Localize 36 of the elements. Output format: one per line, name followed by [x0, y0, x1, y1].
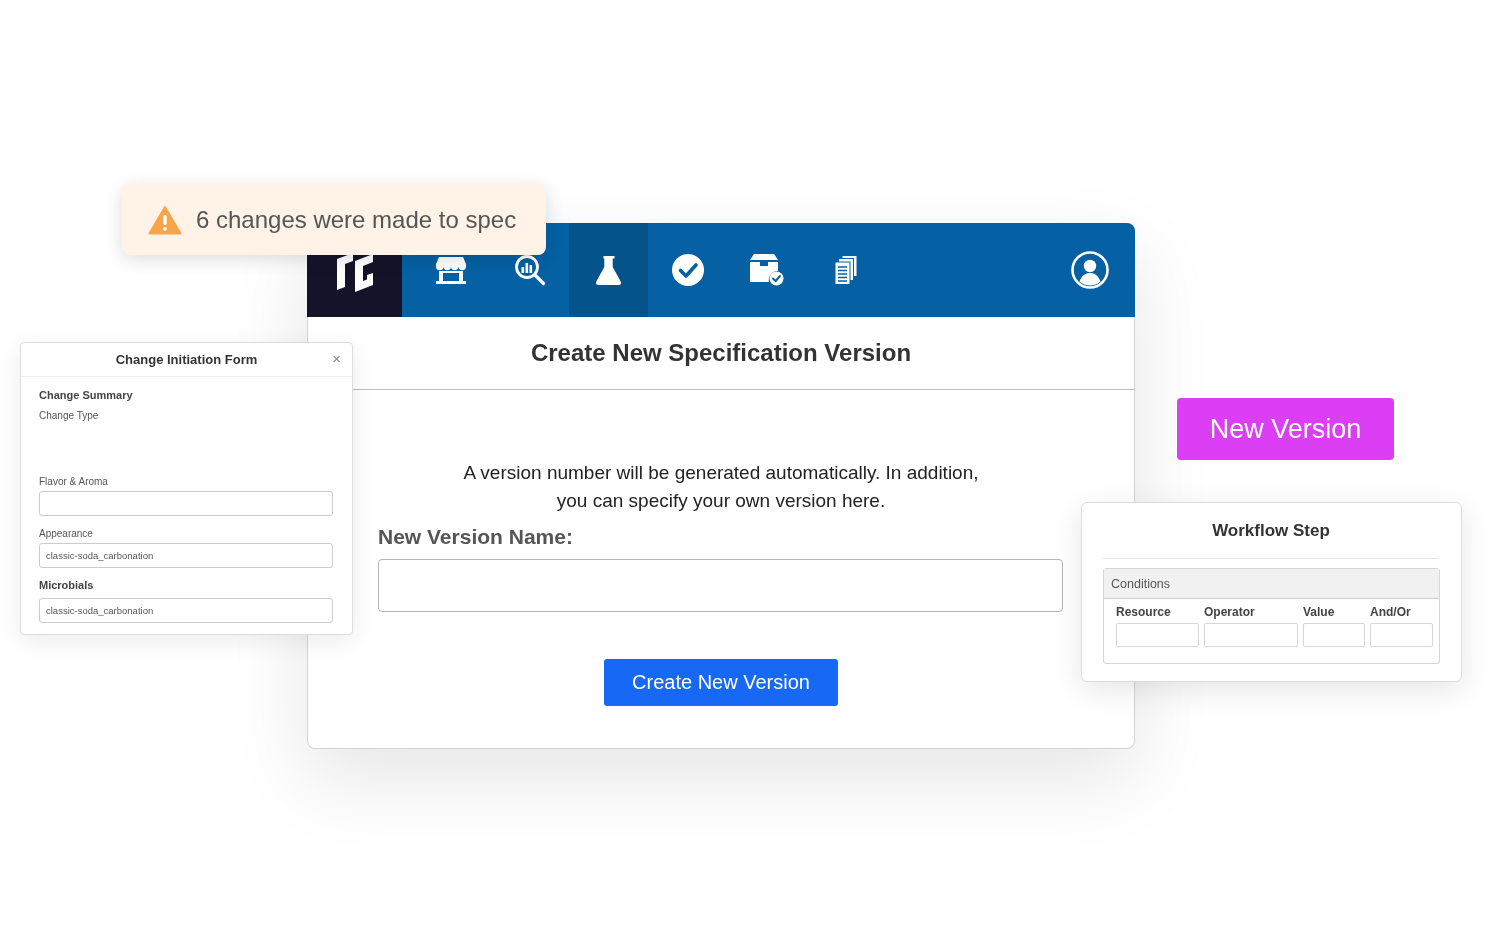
text-field[interactable]: classic-soda_carbonation: [39, 543, 333, 568]
version-name-field[interactable]: [378, 559, 1063, 612]
intro-text: A version number will be generated automatically. In addition, you can specify your own version here.: [463, 461, 979, 513]
user-profile-icon[interactable]: [1071, 251, 1109, 289]
card-title: Workflow Step: [1211, 520, 1331, 542]
section-heading: Change Summary: [39, 388, 134, 402]
condition-field[interactable]: [1116, 623, 1199, 647]
close-button[interactable]: ×: [330, 351, 343, 367]
text-field[interactable]: [39, 491, 333, 516]
box-check-icon: [749, 254, 784, 286]
column-label: And/Or: [1370, 605, 1412, 620]
field-label: New Version Name:: [378, 524, 574, 550]
warning-icon: [148, 204, 182, 235]
field-label: Change Type: [39, 409, 100, 422]
toast-message: 6 changes were made to spec: [196, 205, 517, 234]
column-label: Value: [1303, 605, 1336, 620]
condition-field[interactable]: [1204, 623, 1298, 647]
field-label: Appearance: [39, 527, 94, 540]
condition-field[interactable]: [1303, 623, 1365, 647]
documents-icon: [833, 255, 858, 285]
page-title: Create New Specification Version: [530, 339, 912, 367]
condition-field[interactable]: [1370, 623, 1433, 647]
new-version-button[interactable]: New Version: [1177, 398, 1394, 460]
panel-header: Conditions: [1104, 569, 1439, 599]
store-icon: [434, 256, 467, 284]
column-label: Operator: [1204, 605, 1256, 620]
field-label: Flavor & Aroma: [39, 475, 109, 488]
check-circle-icon: [671, 254, 704, 286]
text-field[interactable]: classic-soda_carbonation: [39, 598, 333, 623]
nav-tab[interactable]: [569, 223, 648, 317]
flask-icon: [595, 255, 622, 285]
field-label: Microbials: [39, 579, 95, 592]
column-label: Resource: [1116, 605, 1172, 620]
chart-search-icon: [513, 254, 546, 286]
form-title: Change Initiation Form: [115, 352, 258, 367]
create-version-button[interactable]: Create New Version: [604, 659, 838, 706]
